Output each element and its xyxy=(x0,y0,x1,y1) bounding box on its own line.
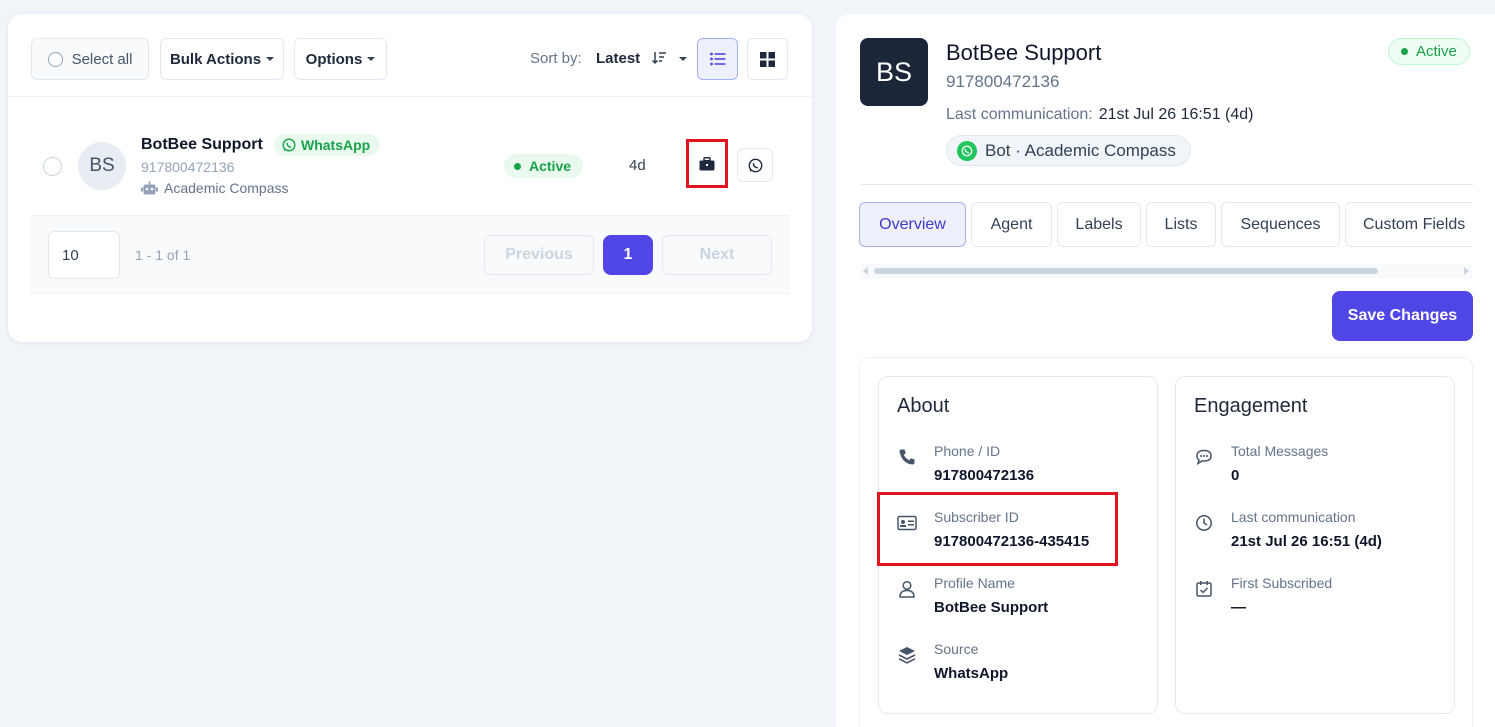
field-label: Total Messages xyxy=(1231,443,1329,459)
field-value: 21st Jul 26 16:51 (4d) xyxy=(1231,533,1382,550)
about-card: About Phone / ID 917800472136 Subscriber… xyxy=(877,376,1158,714)
engagement-title: Engagement xyxy=(1194,395,1308,417)
field-value: 0 xyxy=(1231,467,1240,484)
field-label: Source xyxy=(934,641,979,657)
list-icon xyxy=(709,52,725,66)
about-title: About xyxy=(897,395,950,417)
chat-icon xyxy=(1194,447,1214,467)
bulk-actions-button[interactable]: Bulk Actions xyxy=(160,38,284,80)
contact-row[interactable]: BS BotBee Support WhatsApp 917800472136 … xyxy=(31,120,789,216)
field-label: Last communication xyxy=(1231,509,1356,525)
save-changes-button[interactable]: Save Changes xyxy=(1332,291,1473,341)
overview-content: About Phone / ID 917800472136 Subscriber… xyxy=(859,357,1473,727)
user-icon xyxy=(897,579,917,599)
last-active-age: 4d xyxy=(629,157,646,174)
per-page-select[interactable]: 10 xyxy=(48,231,120,279)
field-value: WhatsApp xyxy=(934,665,1009,682)
status-badge: Active xyxy=(504,154,584,178)
tab-lists[interactable]: Lists xyxy=(1146,202,1216,247)
contact-detail-name: BotBee Support xyxy=(946,40,1102,65)
tab-custom-fields[interactable]: Custom Fields xyxy=(1345,202,1472,247)
field-value: — xyxy=(1231,599,1246,616)
field-value: BotBee Support xyxy=(934,599,1049,616)
bot-name: Academic Compass xyxy=(164,180,289,196)
phone-icon xyxy=(897,447,917,467)
select-all-button[interactable]: Select all xyxy=(31,38,149,80)
briefcase-icon xyxy=(699,156,715,170)
contact-avatar: BS xyxy=(860,38,928,106)
field-label: Profile Name xyxy=(934,575,1015,591)
status-dot-icon xyxy=(514,162,521,170)
sort-caret-icon[interactable] xyxy=(679,57,687,61)
field-label: First Subscribed xyxy=(1231,575,1333,591)
grid-icon xyxy=(760,51,775,67)
layers-icon xyxy=(897,645,917,665)
avatar: BS xyxy=(78,142,126,190)
select-all-radio[interactable] xyxy=(47,51,63,67)
status-label: Active xyxy=(529,158,572,174)
tabs-scrollbar[interactable] xyxy=(860,264,1472,278)
contact-status-label: Active xyxy=(1416,43,1457,60)
scroll-thumb[interactable] xyxy=(874,268,1378,274)
list-toolbar: Select all Bulk Actions Options Sort by:… xyxy=(8,14,812,97)
sort-dropdown[interactable]: Latest xyxy=(596,50,640,67)
field-label: Phone / ID xyxy=(934,443,1001,459)
previous-page-button[interactable]: Previous xyxy=(484,235,594,275)
select-all-label: Select all xyxy=(71,50,133,68)
options-label: Options xyxy=(305,50,363,68)
next-page-button[interactable]: Next xyxy=(662,235,772,275)
caret-down-icon xyxy=(367,57,376,61)
tab-overview[interactable]: Overview xyxy=(859,202,966,247)
bot-pill: Bot · Academic Compass xyxy=(946,135,1191,166)
briefcase-button[interactable] xyxy=(686,139,728,188)
contacts-list-card: Select all Bulk Actions Options Sort by:… xyxy=(8,14,812,342)
field-label: Subscriber ID xyxy=(934,509,1019,525)
last-communication: Last communication: 21st Jul 26 16:51 (4d… xyxy=(946,106,1254,124)
contact-status-badge: Active xyxy=(1388,38,1470,65)
bulk-actions-label: Bulk Actions xyxy=(169,50,262,68)
grid-view-button[interactable] xyxy=(747,38,788,80)
bot-assignment: Academic Compass xyxy=(141,180,289,196)
whatsapp-icon xyxy=(282,138,296,152)
whatsapp-chat-button[interactable] xyxy=(737,148,773,182)
id-card-icon xyxy=(897,513,917,533)
last-communication-label: Last communication: xyxy=(946,106,1093,123)
field-value: 917800472136-435415 xyxy=(934,533,1090,550)
caret-down-icon xyxy=(266,57,275,61)
options-button[interactable]: Options xyxy=(294,38,387,80)
page-range-text: 1 - 1 of 1 xyxy=(135,247,191,263)
scroll-left-icon[interactable] xyxy=(863,267,868,275)
status-dot-icon xyxy=(1401,48,1408,55)
contact-detail-panel: BS BotBee Support 917800472136 Last comm… xyxy=(836,14,1495,727)
contact-phone: 917800472136 xyxy=(141,159,235,175)
clock-icon xyxy=(1194,513,1214,533)
robot-icon xyxy=(141,181,158,195)
scroll-right-icon[interactable] xyxy=(1464,267,1469,275)
header-divider xyxy=(860,184,1473,185)
tab-agent[interactable]: Agent xyxy=(971,202,1052,247)
row-select-radio[interactable] xyxy=(43,157,62,176)
contact-detail-phone: 917800472136 xyxy=(946,72,1060,91)
sort-label: Sort by: xyxy=(530,50,582,67)
last-communication-value: 21st Jul 26 16:51 (4d) xyxy=(1098,106,1254,123)
sort-descending-icon[interactable] xyxy=(651,50,667,66)
current-page-button[interactable]: 1 xyxy=(603,235,653,275)
field-value: 917800472136 xyxy=(934,467,1035,484)
channel-badge: WhatsApp xyxy=(274,134,381,156)
calendar-check-icon xyxy=(1194,579,1214,599)
pagination-bar: 10 1 - 1 of 1 Previous 1 Next xyxy=(31,216,789,294)
bot-pill-label: Bot · Academic Compass xyxy=(985,140,1176,160)
contact-name[interactable]: BotBee Support xyxy=(141,136,263,154)
tab-labels[interactable]: Labels xyxy=(1057,202,1141,247)
whatsapp-icon xyxy=(748,158,762,172)
list-view-button[interactable] xyxy=(697,38,738,80)
channel-label: WhatsApp xyxy=(301,137,371,153)
tab-sequences[interactable]: Sequences xyxy=(1221,202,1340,247)
whatsapp-icon xyxy=(957,140,977,161)
engagement-card: Engagement Total Messages 0 Last communi… xyxy=(1175,376,1455,714)
